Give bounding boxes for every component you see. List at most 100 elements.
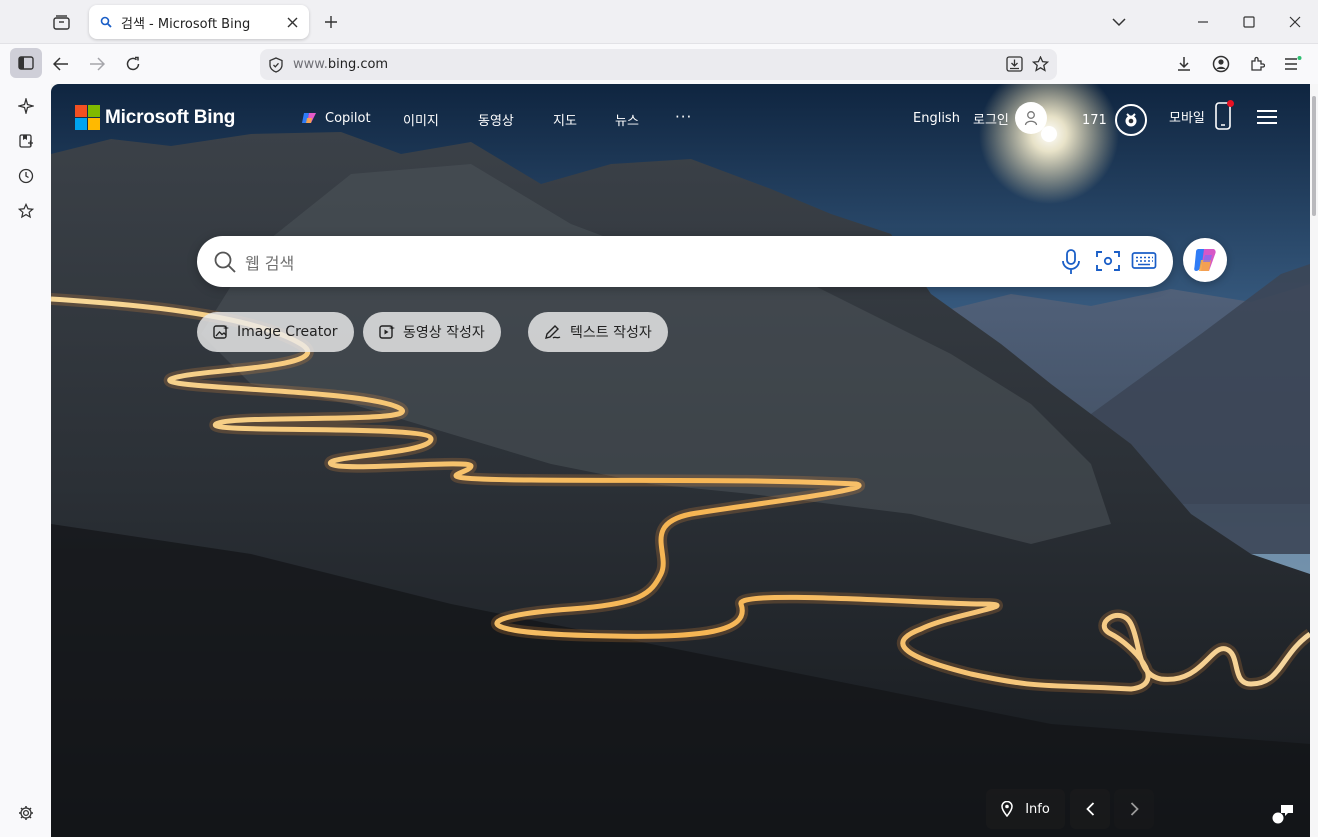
video-creator-icon: [379, 325, 395, 339]
browser-sidebar: [0, 48, 51, 837]
download-button[interactable]: [1169, 49, 1199, 79]
sidebar-toggle-icon: [18, 56, 34, 70]
person-icon: [1024, 111, 1038, 126]
nav-more-button[interactable]: ···: [675, 108, 692, 126]
brand-text: Microsoft Bing: [105, 106, 236, 128]
text-creator-label: 텍스트 작성자: [570, 325, 652, 341]
rewards-medal-icon: [1114, 104, 1147, 136]
chevron-down-icon: [1112, 17, 1126, 26]
logo-square-red: [75, 105, 87, 117]
microphone-icon[interactable]: [1061, 249, 1081, 275]
url-prefix: www.: [293, 57, 328, 72]
back-icon: [53, 57, 68, 71]
scrollbar-thumb[interactable]: [1312, 96, 1316, 216]
minimize-button[interactable]: [1188, 8, 1218, 36]
feedback-icon: [1272, 805, 1293, 824]
copilot-logo-icon: [1194, 249, 1216, 271]
text-creator-icon: [545, 325, 561, 339]
language-toggle[interactable]: English: [913, 111, 960, 126]
shield-icon[interactable]: [269, 56, 283, 73]
sidebar-favorites[interactable]: [10, 196, 42, 226]
app-menu-button[interactable]: [1278, 49, 1308, 79]
nav-videos[interactable]: 동영상: [478, 110, 514, 129]
keyboard-icon[interactable]: [1131, 250, 1157, 272]
url-domain: bing.com: [327, 57, 389, 72]
sidebar-ai-chatbot[interactable]: [10, 91, 42, 121]
bing-homepage: Microsoft Bing Copilot 이미지 동영상 지도 뉴스 ···…: [51, 84, 1310, 837]
active-tab[interactable]: 검색 - Microsoft Bing: [89, 5, 309, 39]
logo-square-green: [88, 105, 100, 117]
nav-copilot-label: Copilot: [325, 110, 371, 126]
new-tab-button[interactable]: [319, 10, 343, 34]
page-scrollbar[interactable]: [1310, 84, 1318, 837]
visual-search-icon[interactable]: [1095, 249, 1121, 273]
info-label: Info: [1025, 801, 1050, 817]
nav-news[interactable]: 뉴스: [615, 110, 639, 129]
hamburger-menu-button[interactable]: [1256, 109, 1278, 129]
avatar: [1014, 102, 1047, 134]
video-creator-button[interactable]: 동영상 작성자: [363, 312, 501, 352]
tab-overview-button[interactable]: [48, 10, 74, 34]
account-button[interactable]: [1206, 49, 1236, 79]
copilot-icon: [302, 113, 316, 123]
star-icon: [18, 203, 34, 219]
search-favicon-icon: [99, 15, 113, 29]
search-box[interactable]: 웹 검색: [197, 236, 1173, 287]
image-creator-label: Image Creator: [237, 324, 338, 340]
rewards-points: 171: [1082, 112, 1107, 128]
bookmark-star-icon[interactable]: [1032, 56, 1049, 72]
forward-icon: [90, 57, 105, 71]
chevron-left-icon: [1085, 802, 1094, 816]
info-button[interactable]: Info: [986, 789, 1065, 829]
url-text[interactable]: www.bing.com: [293, 57, 388, 72]
nav-maps[interactable]: 지도: [553, 110, 577, 129]
bing-logo[interactable]: Microsoft Bing: [75, 105, 235, 130]
sidebar-settings[interactable]: [10, 798, 42, 828]
login-button[interactable]: 로그인: [973, 102, 1047, 134]
image-creator-icon: [213, 325, 229, 339]
close-icon: [1289, 16, 1301, 28]
download-icon: [1178, 57, 1190, 71]
forward-button[interactable]: [82, 49, 112, 79]
copilot-button[interactable]: [1183, 238, 1227, 282]
mobile-button[interactable]: 모바일: [1169, 100, 1234, 130]
maximize-button[interactable]: [1234, 8, 1264, 36]
nav-copilot[interactable]: Copilot: [301, 110, 371, 126]
tab-title: 검색 - Microsoft Bing: [121, 16, 251, 32]
feedback-button[interactable]: [1271, 803, 1295, 829]
image-creator-button[interactable]: Image Creator: [197, 312, 354, 352]
close-window-button[interactable]: [1280, 8, 1310, 36]
rewards-button[interactable]: 171: [1082, 104, 1147, 136]
ai-sparkle-icon: [18, 98, 34, 114]
next-image-button[interactable]: [1114, 789, 1154, 829]
previous-image-button[interactable]: [1070, 789, 1110, 829]
install-app-icon[interactable]: [1006, 56, 1023, 72]
sidebar-bookmarks[interactable]: [10, 126, 42, 156]
login-label: 로그인: [973, 112, 1009, 128]
extensions-button[interactable]: [1242, 49, 1272, 79]
search-input[interactable]: 웹 검색: [245, 250, 294, 274]
reload-icon: [126, 56, 140, 71]
address-bar[interactable]: www.bing.com: [260, 49, 1057, 80]
location-pin-icon: [1001, 801, 1013, 817]
account-icon: [1212, 55, 1230, 73]
sidebar-toggle-button[interactable]: [10, 48, 42, 78]
title-bar: 검색 - Microsoft Bing: [0, 0, 1318, 44]
tab-overview-icon: [52, 14, 70, 30]
back-button[interactable]: [46, 49, 76, 79]
tab-close-icon[interactable]: [283, 13, 301, 31]
logo-square-blue: [75, 118, 87, 130]
microsoft-logo-icon: [75, 105, 100, 130]
history-icon: [18, 168, 34, 184]
tab-list-button[interactable]: [1106, 10, 1132, 34]
chevron-right-icon: [1130, 802, 1139, 816]
nav-images[interactable]: 이미지: [403, 110, 439, 129]
reload-button[interactable]: [118, 49, 148, 79]
maximize-icon: [1243, 16, 1255, 28]
settings-icon: [19, 806, 33, 820]
notification-dot: [1226, 100, 1234, 107]
hamburger-icon: [1257, 110, 1277, 124]
app-menu-icon: [1285, 56, 1302, 70]
sidebar-history[interactable]: [10, 161, 42, 191]
text-creator-button[interactable]: 텍스트 작성자: [528, 312, 668, 352]
